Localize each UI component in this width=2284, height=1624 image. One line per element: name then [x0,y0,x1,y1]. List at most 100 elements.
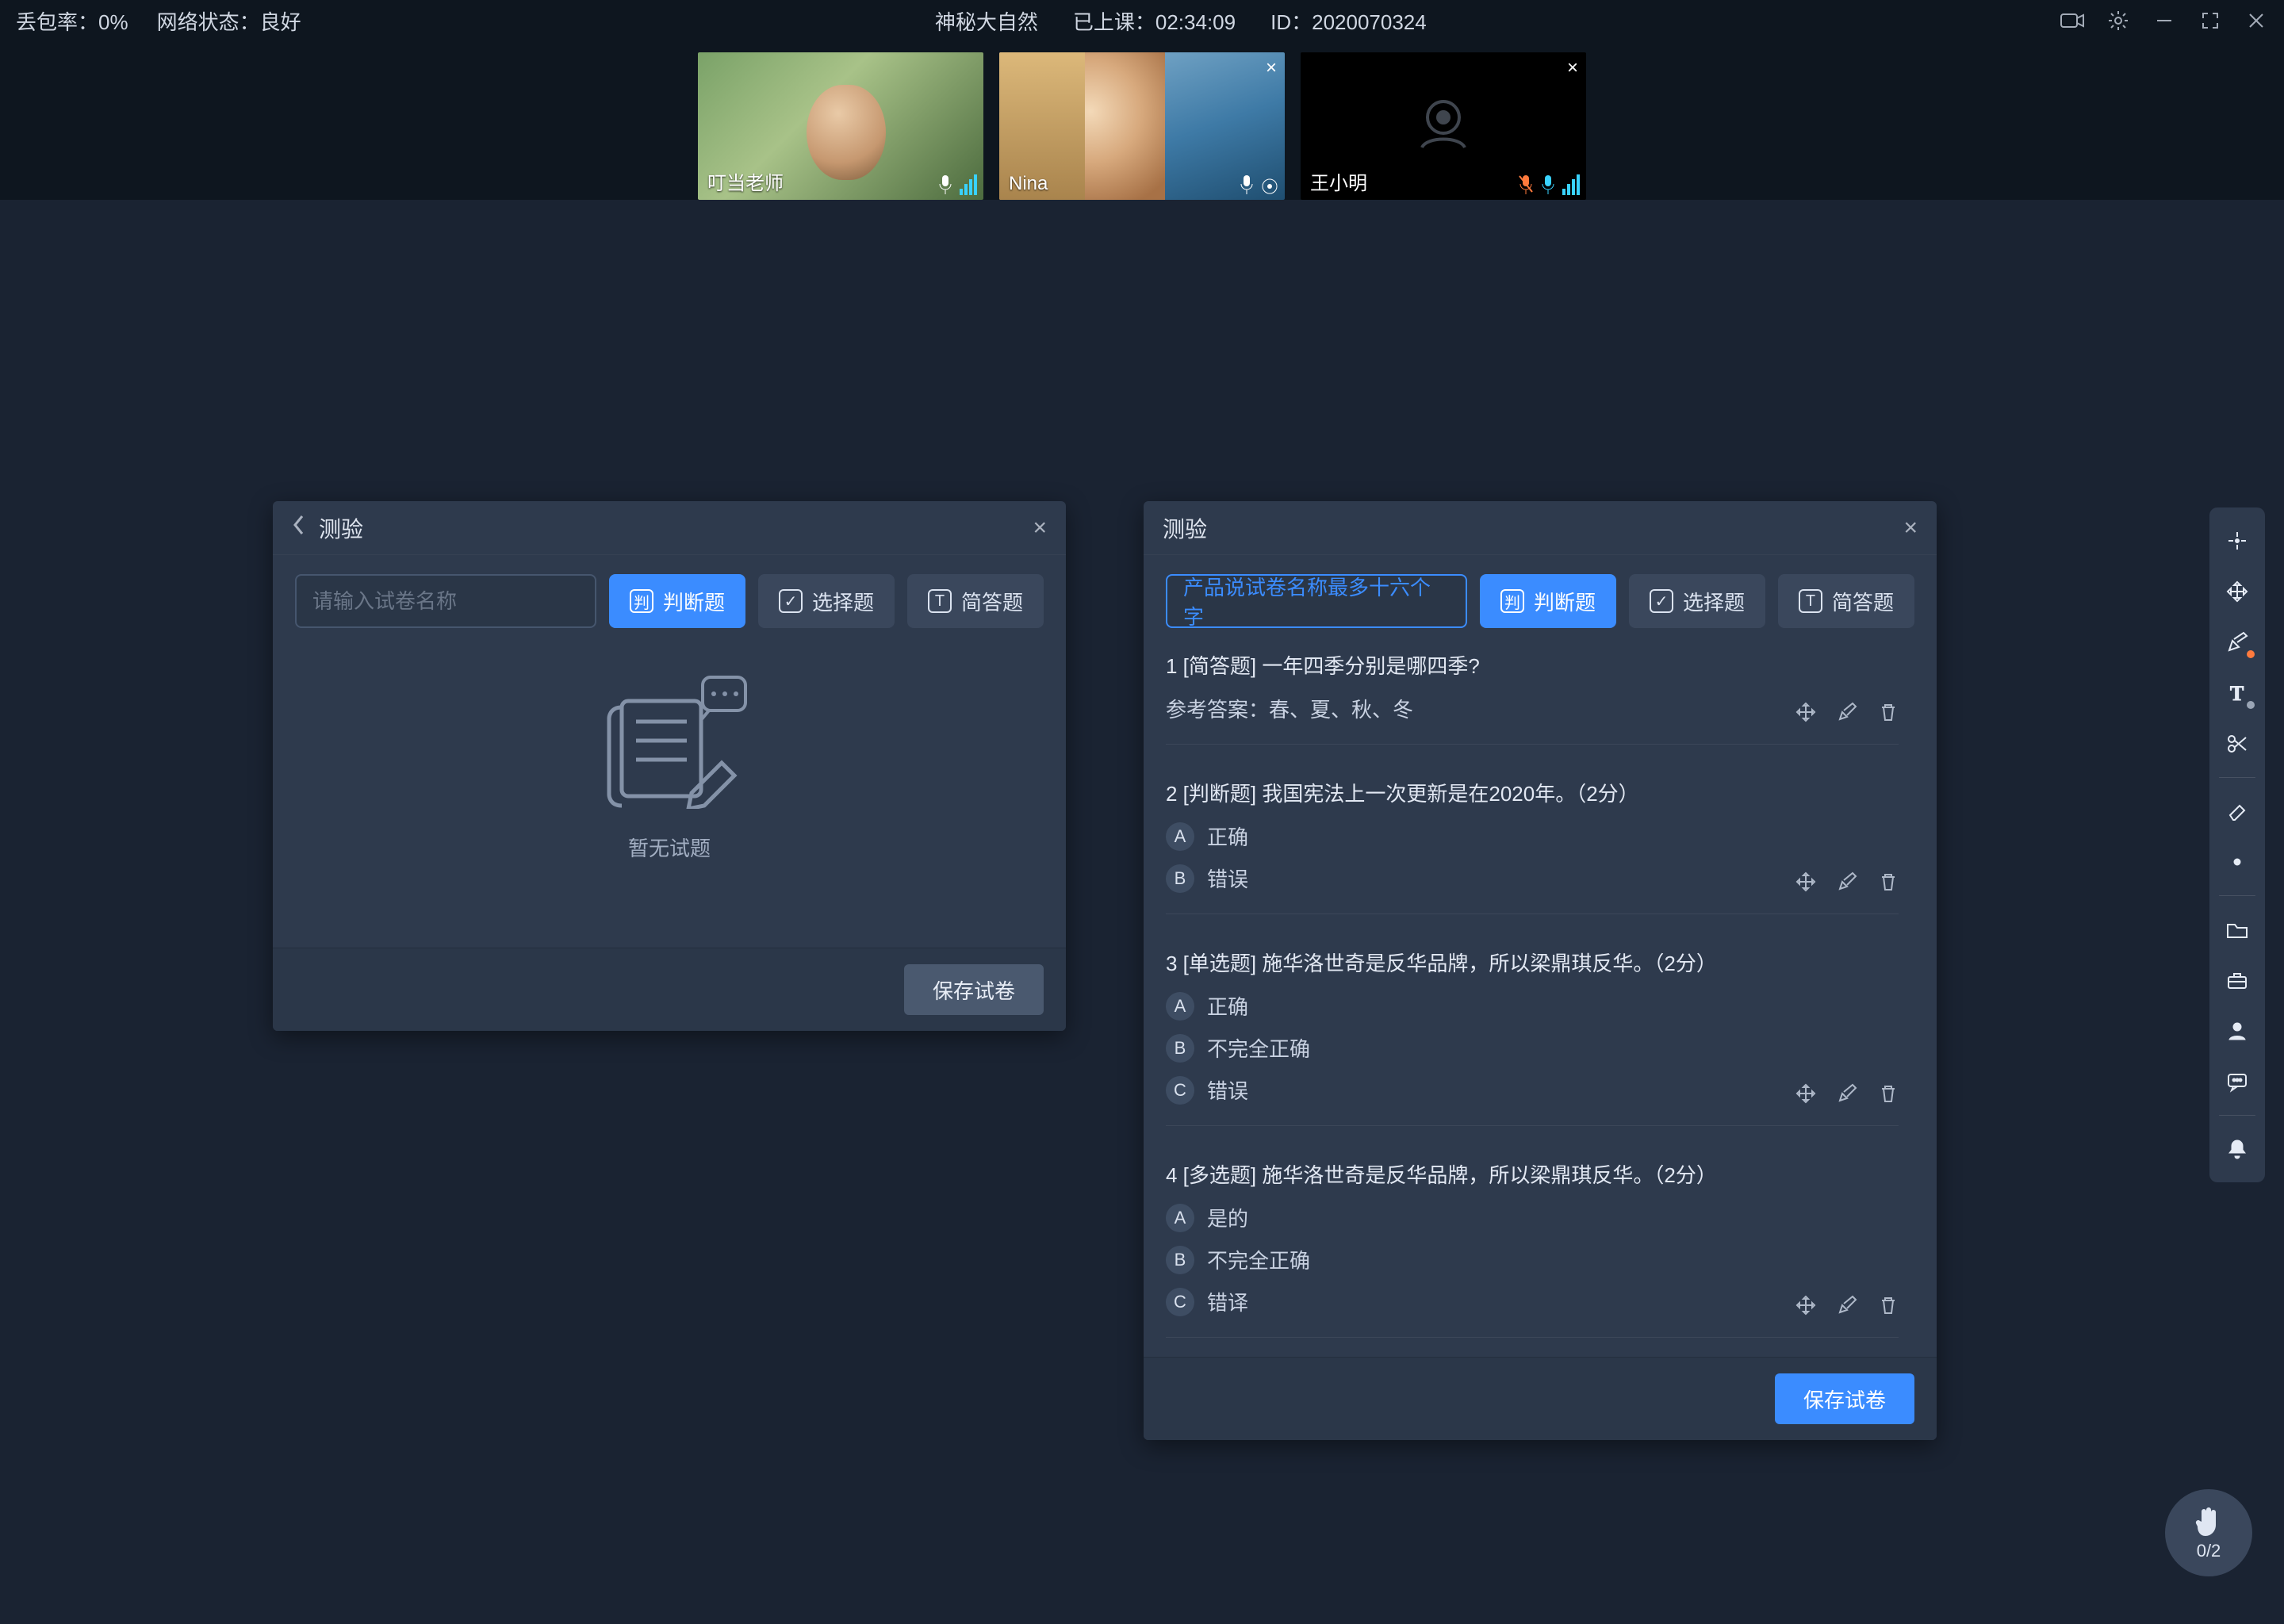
panel-title: 测验 [319,512,363,544]
mic-icon [1239,174,1255,195]
edit-question-icon[interactable] [1837,871,1857,898]
option-label: 是的 [1207,1203,1248,1232]
delete-question-icon[interactable] [1878,1083,1899,1109]
choice-icon: ✓ [1650,589,1673,613]
question-list: 1 [简答题] 一年四季分别是哪四季?参考答案：春、夏、秋、冬 2 [判断题] … [1166,650,1910,1338]
chip-label: 选择题 [1683,587,1745,616]
toolbox-tool-icon[interactable] [2215,958,2259,1002]
option-bullet: C [1166,1076,1194,1105]
folder-tool-icon[interactable] [2215,907,2259,952]
add-choice-button[interactable]: ✓ 选择题 [1629,574,1765,628]
panel-close-icon[interactable]: × [1033,515,1047,542]
delete-question-icon[interactable] [1878,702,1899,728]
option-bullet: B [1166,1034,1194,1063]
option-label: 不完全正确 [1207,1245,1310,1274]
tile-close-icon[interactable]: × [1567,57,1578,79]
add-judge-button[interactable]: 判 判断题 [1480,574,1616,628]
short-answer-icon: T [928,589,952,613]
question-option[interactable]: B不完全正确 [1166,1245,1899,1274]
save-quiz-button[interactable]: 保存试卷 [1775,1373,1914,1424]
chip-label: 简答题 [961,587,1023,616]
question-item: 3 [单选题] 施华洛世奇是反华品牌，所以梁鼎琪反华。（2分） A 正确 B不完全正确… [1166,948,1899,1126]
question-option[interactable]: B错误 [1166,864,1899,893]
question-actions [1795,702,1899,728]
option-bullet: A [1166,992,1194,1021]
question-option[interactable]: A正确 [1166,822,1899,851]
bell-tool-icon[interactable] [2215,1127,2259,1171]
delete-question-icon[interactable] [1878,871,1899,898]
short-answer-icon: T [1799,589,1822,613]
panel-title: 测验 [1163,512,1207,544]
edit-question-icon[interactable] [1837,702,1857,728]
choice-icon: ✓ [779,589,803,613]
question-actions [1795,1295,1899,1321]
panel-close-icon[interactable]: × [1903,515,1918,542]
chip-label: 判断题 [1534,587,1596,616]
chip-label: 选择题 [812,587,874,616]
brightness-tool-icon[interactable] [2215,840,2259,884]
move-question-icon[interactable] [1795,1295,1816,1321]
toolbar-separator [2219,777,2255,778]
option-label: 正确 [1207,822,1248,851]
option-label: 错译 [1207,1287,1248,1316]
quiz-name-value: 产品说试卷名称最多十六个字 [1183,572,1450,630]
move-tool-icon[interactable] [2215,569,2259,614]
toolbar-separator [2219,895,2255,896]
empty-state: 暂无试题 [295,650,1044,878]
option-label: 错误 [1207,1075,1248,1105]
tile-close-icon[interactable]: × [1266,57,1277,79]
question-option[interactable]: C错译 [1166,1287,1899,1316]
raise-hand-badge[interactable]: 0/2 [2165,1489,2252,1576]
judge-icon: 判 [630,589,653,613]
question-item: 1 [简答题] 一年四季分别是哪四季?参考答案：春、夏、秋、冬 [1166,650,1899,745]
judge-icon: 判 [1500,589,1524,613]
person-tool-icon[interactable] [2215,1009,2259,1053]
close-window-icon[interactable] [2244,9,2268,33]
question-title: 2 [判断题] 我国宪法上一次更新是在2020年。（2分） [1166,778,1899,807]
move-question-icon[interactable] [1795,1083,1816,1109]
move-question-icon[interactable] [1795,871,1816,898]
participant-tile[interactable]: 叮当老师 [698,52,983,200]
mic-icon [937,174,953,195]
eraser-tool-icon[interactable] [2215,789,2259,833]
chat-tool-icon[interactable] [2215,1059,2259,1104]
question-option[interactable]: A 正确 [1166,991,1899,1021]
cursor-tool-icon[interactable] [2215,519,2259,563]
edit-question-icon[interactable] [1837,1295,1857,1321]
question-option[interactable]: A是的 [1166,1203,1899,1232]
quiz-panel-filled: 测验 × 产品说试卷名称最多十六个字 判 判断题 ✓ 选择题 T 简答题 1 [… [1144,501,1937,1440]
option-label: 正确 [1207,991,1248,1021]
participant-video-row: 叮当老师 × Nina × 王小明 [0,41,2284,200]
add-choice-button[interactable]: ✓ 选择题 [758,574,895,628]
text-tool-icon[interactable]: T [2215,671,2259,715]
chip-label: 简答题 [1832,587,1894,616]
fullscreen-icon[interactable] [2198,9,2222,33]
edit-question-icon[interactable] [1837,1083,1857,1109]
question-option[interactable]: C 错误 [1166,1075,1899,1105]
add-short-button[interactable]: T 简答题 [1778,574,1914,628]
back-chevron-icon[interactable] [292,514,306,542]
minimize-icon[interactable] [2152,9,2176,33]
top-status-bar: 丢包率：0% 网络状态：良好 神秘大自然 已上课：02:34:09 ID：202… [0,0,2284,41]
pen-tool-icon[interactable] [2215,620,2259,665]
network-status-label: 网络状态：良好 [157,6,301,36]
save-quiz-button[interactable]: 保存试卷 [904,964,1044,1015]
settings-gear-icon[interactable] [2106,9,2130,33]
quiz-name-input[interactable]: 产品说试卷名称最多十六个字 [1166,574,1467,628]
question-title: 3 [单选题] 施华洛世奇是反华品牌，所以梁鼎琪反华。（2分） [1166,948,1899,977]
delete-question-icon[interactable] [1878,1295,1899,1321]
participant-name: 王小明 [1310,167,1367,195]
add-short-button[interactable]: T 简答题 [907,574,1044,628]
target-icon [1261,178,1278,195]
quiz-name-input[interactable] [295,574,596,628]
move-question-icon[interactable] [1795,702,1816,728]
scissors-tool-icon[interactable] [2215,722,2259,766]
camera-toggle-icon[interactable] [2060,9,2084,33]
question-actions [1795,1083,1899,1109]
mic-icon [1540,174,1556,195]
question-title: 1 [简答题] 一年四季分别是哪四季? [1166,650,1899,680]
question-option[interactable]: B不完全正确 [1166,1033,1899,1063]
participant-tile[interactable]: × 王小明 [1301,52,1586,200]
participant-tile[interactable]: × Nina [999,52,1285,200]
add-judge-button[interactable]: 判 判断题 [609,574,745,628]
